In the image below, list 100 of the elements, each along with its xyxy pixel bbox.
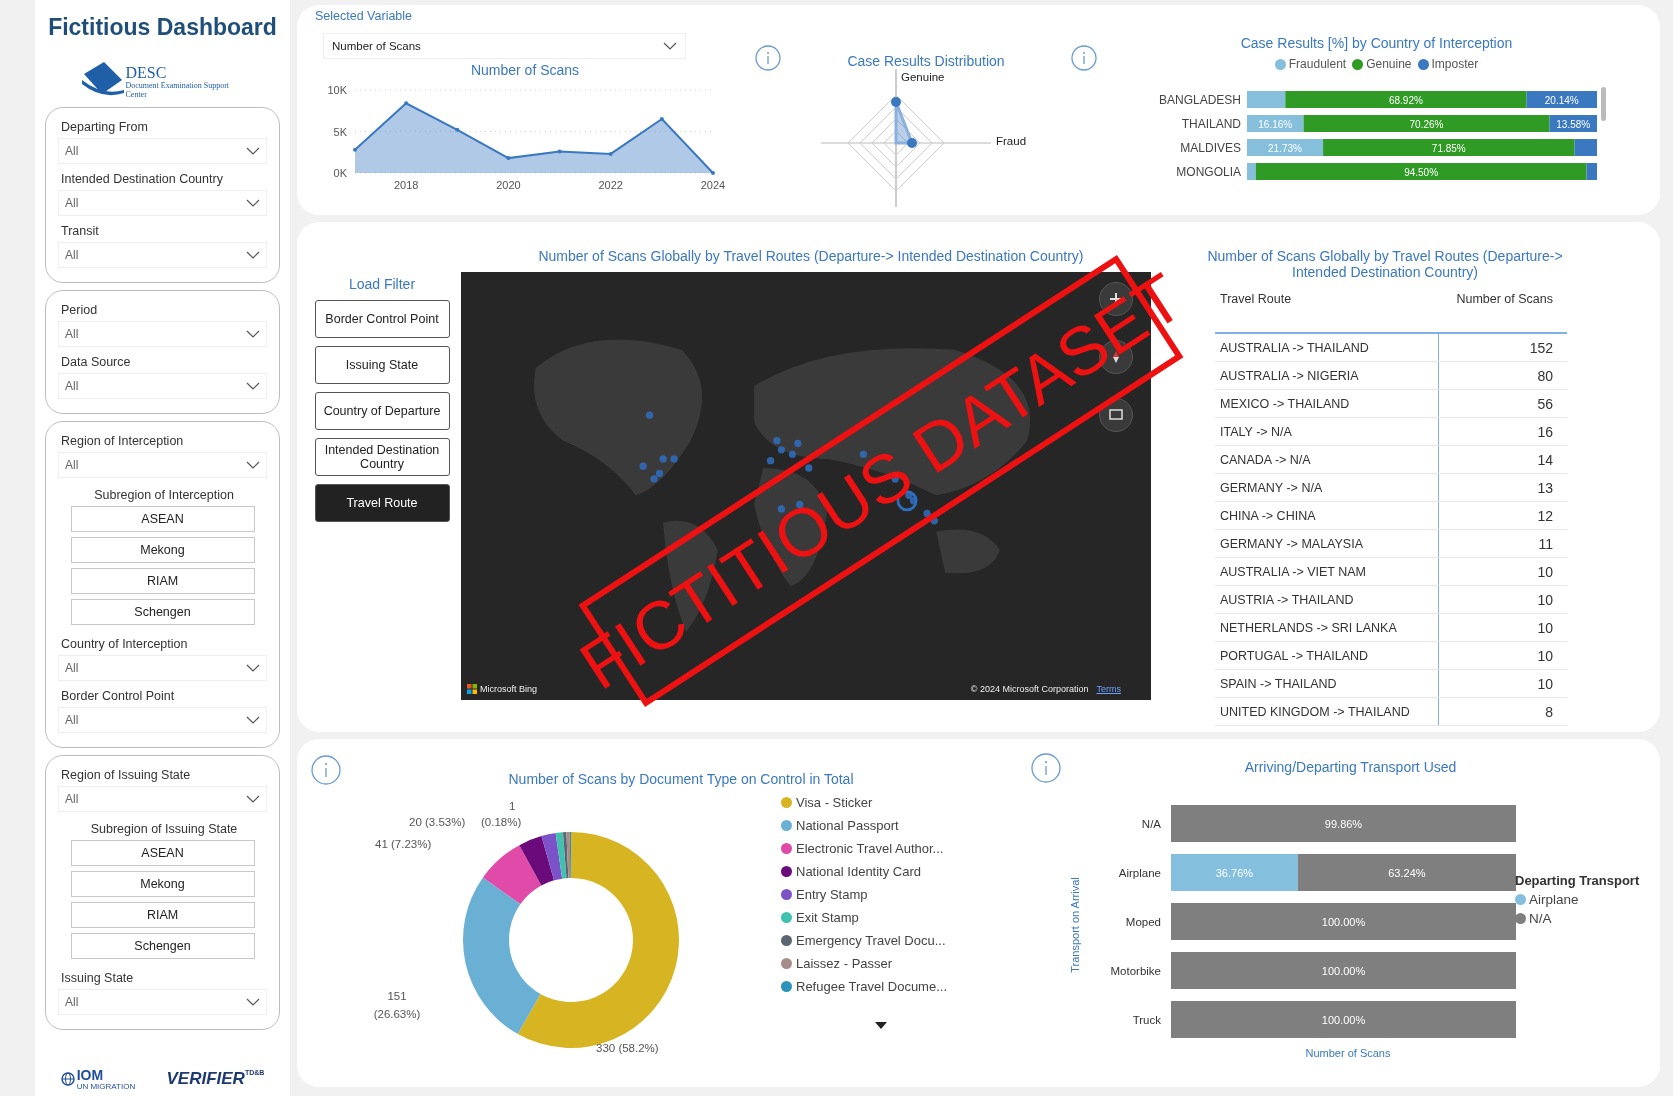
filter-option-button[interactable]: Schengen: [70, 933, 255, 959]
dropdown[interactable]: All: [58, 786, 267, 812]
filter-label: Period: [60, 303, 99, 317]
axis-tick-label: 2020: [496, 179, 521, 191]
globe-icon: [60, 1072, 75, 1086]
filter-label: Subregion of Interception: [93, 488, 235, 502]
data-label: 41 (7.23%): [375, 837, 432, 852]
dropdown[interactable]: All: [58, 321, 267, 347]
chart-title: Arriving/Departing Transport Used: [1243, 759, 1458, 775]
info-icon[interactable]: [311, 755, 341, 785]
legend-label: Visa - Sticker: [796, 795, 873, 810]
dropdown[interactable]: All: [58, 655, 267, 681]
chevron-down-icon: [246, 199, 260, 207]
dropdown[interactable]: All: [58, 138, 267, 164]
load-filter-button[interactable]: Issuing State: [314, 346, 450, 384]
filter-option-button[interactable]: Mekong: [70, 537, 255, 563]
filter-option-button[interactable]: ASEAN: [70, 506, 255, 532]
dropdown[interactable]: All: [58, 242, 267, 268]
x-axis-title: Number of Scans: [1305, 1047, 1391, 1059]
radar-axis-label: Fraud: [996, 135, 1027, 147]
chart-title: Number of Scans by Document Type on Control in Total: [507, 771, 855, 787]
variable-dropdown[interactable]: Number of Scans: [323, 33, 686, 59]
chevron-down-icon: [246, 998, 260, 1006]
data-label: 13.58%: [1555, 119, 1590, 130]
category-label: Truck: [1132, 1014, 1161, 1026]
data-label: 330 (58.2%): [596, 1041, 659, 1056]
zoom-in-button[interactable]: [1099, 282, 1133, 316]
category-label: N/A: [1141, 818, 1161, 830]
table-cell-text: CANADA -> N/A: [1219, 452, 1312, 467]
table-cell: 152: [1438, 334, 1567, 361]
filter-option-button[interactable]: Schengen: [70, 599, 255, 625]
load-filter-button[interactable]: Country of Departure: [314, 392, 450, 430]
table-cell-text: GERMANY -> MALAYSIA: [1219, 536, 1364, 551]
legend-label: Fraudulent: [1288, 57, 1347, 71]
load-filter-title: Load Filter: [348, 276, 416, 292]
data-label: 1: [509, 799, 516, 814]
filter-option-button[interactable]: ASEAN: [70, 840, 255, 866]
info-icon[interactable]: [755, 45, 781, 71]
data-label: 70.26%: [1409, 119, 1443, 130]
compass-button[interactable]: [1099, 340, 1133, 374]
dropdown[interactable]: All: [58, 190, 267, 216]
filter-option-button[interactable]: Mekong: [70, 871, 255, 897]
windows-logo-icon: [467, 684, 477, 694]
terms-link[interactable]: Terms: [1096, 684, 1121, 694]
logo-subtitle: Document Examination Support Center: [125, 82, 231, 100]
column-header[interactable]: Travel Route: [1215, 292, 1438, 306]
chart-title: Number of Scans: [469, 62, 581, 78]
chevron-down-icon: [246, 664, 260, 672]
dropdown[interactable]: All: [58, 373, 267, 399]
data-label: 94.50%: [1403, 167, 1438, 178]
data-label: 151 (26.63%): [372, 989, 422, 1023]
table-cell: 56: [1438, 390, 1567, 417]
table-cell: 14: [1438, 446, 1567, 473]
category-label: Motorbike: [1110, 965, 1161, 977]
category-label: Airplane: [1118, 867, 1161, 879]
data-point: [711, 171, 715, 175]
info-icon[interactable]: [1071, 45, 1097, 71]
table-cell: 10: [1438, 642, 1567, 669]
dropdown[interactable]: All: [58, 452, 267, 478]
data-label: (0.18%): [481, 815, 522, 830]
scrollbar-thumb[interactable]: [1600, 87, 1606, 121]
legend-label: Genuine: [1366, 57, 1412, 71]
table-cell-text: GERMANY -> N/A: [1219, 480, 1324, 495]
axis-tick-label: 2022: [598, 179, 623, 191]
filter-label: Country of Interception: [60, 637, 189, 651]
filter-label: Region of Interception: [60, 434, 185, 448]
category-label: THAILAND: [1181, 117, 1241, 131]
table-cell-text: AUSTRALIA -> THAILAND: [1219, 340, 1370, 355]
data-label: 16.16%: [1257, 119, 1292, 130]
legend-label: Exit Stamp: [796, 910, 859, 925]
dropdown[interactable]: All: [58, 707, 267, 733]
legend-label: National Passport: [796, 818, 899, 833]
y-axis-title: Transport on Arrival: [1069, 877, 1081, 973]
info-icon[interactable]: [1031, 753, 1061, 783]
data-label: 36.76%: [1215, 867, 1254, 879]
select-area-button[interactable]: [1099, 398, 1133, 432]
filter-option-button[interactable]: RIAM: [70, 902, 255, 928]
load-filter-button[interactable]: Travel Route: [314, 484, 450, 522]
legend-label: National Identity Card: [796, 864, 921, 879]
filter-option-button[interactable]: RIAM: [70, 568, 255, 594]
load-filter-button[interactable]: Border Control Point: [314, 300, 450, 338]
chevron-down-icon: [246, 716, 260, 724]
axis-tick-label: 0K: [333, 167, 347, 179]
table-cell: 10: [1438, 614, 1567, 641]
table-cell: 12: [1438, 502, 1567, 529]
load-filter-button[interactable]: Intended Destination Country: [314, 438, 450, 476]
table-cell-text: NETHERLANDS -> SRI LANKA: [1219, 620, 1398, 635]
dropdown[interactable]: All: [58, 989, 267, 1015]
chevron-down-icon: [246, 795, 260, 803]
chart-title: Case Results Distribution: [847, 53, 1005, 69]
filter-label: Issuing State: [60, 971, 135, 985]
iom-logo-text: IOM: [76, 1067, 105, 1082]
table-cell-text: CHINA -> CHINA: [1219, 508, 1317, 523]
column-header[interactable]: Number of Scans: [1438, 292, 1567, 332]
caret-down-icon[interactable]: [875, 1022, 887, 1029]
table-cell: 10: [1438, 558, 1567, 585]
data-label: 100.00%: [1321, 1014, 1366, 1026]
data-point: [608, 151, 613, 156]
data-point: [907, 138, 917, 148]
map-brand-text: Microsoft Bing: [480, 684, 538, 694]
